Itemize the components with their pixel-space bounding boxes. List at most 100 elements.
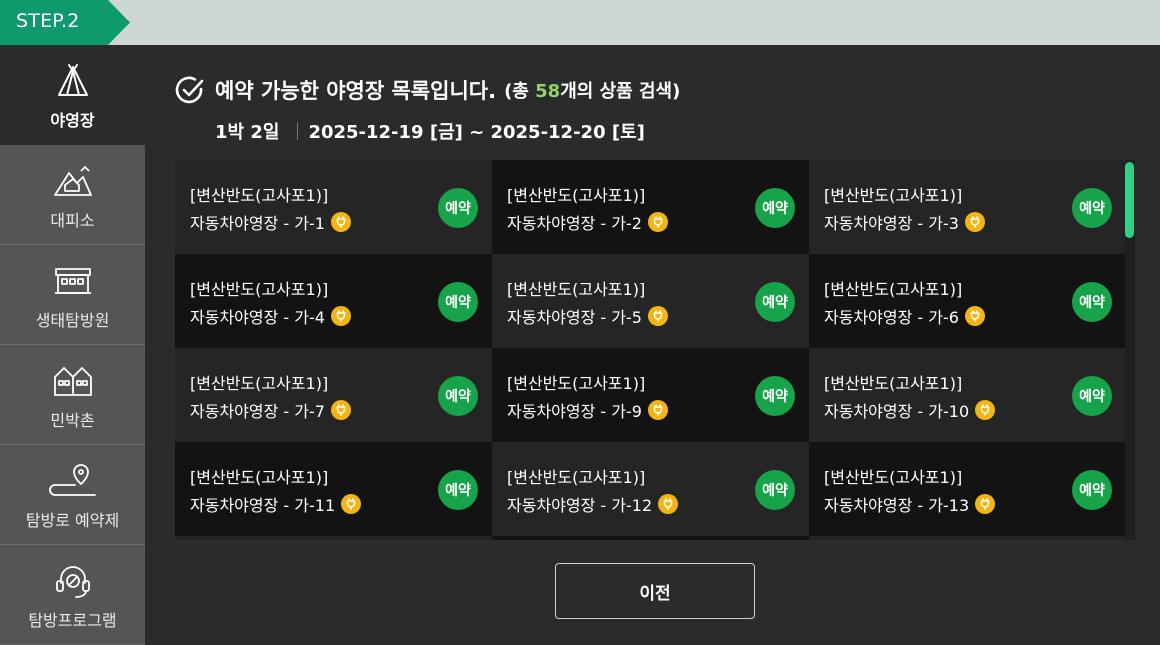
reserve-button[interactable]: 예약 <box>438 376 478 416</box>
houses-icon <box>0 361 145 401</box>
tent-icon <box>0 61 145 101</box>
sidebar: 야영장 대피소 생태탐방원 민박촌 탐방로 예약제 탐방프로그램 <box>0 45 145 645</box>
reserve-button[interactable]: 예약 <box>1072 470 1112 510</box>
electric-plug-icon <box>341 494 362 514</box>
stay-nights: 1박 2일 <box>215 122 280 143</box>
list-item[interactable]: [변산반도(고사포1)] 자동차야영장 - 가-3 예약 <box>809 160 1126 254</box>
campsite-list[interactable]: [변산반도(고사포1)] 자동차야영장 - 가-1 예약 [변산반도(고사포1)] 자동… <box>175 160 1135 540</box>
list-item[interactable]: [변산반도(고사포1)] 자동차야영장 - 가-1 예약 <box>175 160 492 254</box>
sidebar-item-eco-center[interactable]: 생태탐방원 <box>0 245 145 345</box>
site-name-row: 자동차야영장 - 가-1 <box>190 210 351 234</box>
site-name-row: 자동차야영장 - 가-10 <box>824 398 996 422</box>
list-item[interactable]: [변산반도(고사포1)] 자동차야영장 - 가-12 예약 <box>492 442 809 536</box>
list-item-partial <box>809 536 1126 540</box>
site-area: [변산반도(고사포1)] <box>824 374 963 393</box>
reserve-button[interactable]: 예약 <box>438 282 478 322</box>
site-area: [변산반도(고사포1)] <box>190 374 329 393</box>
trail-pin-icon <box>0 461 145 501</box>
site-name-row: 자동차야영장 - 가-13 <box>824 492 996 516</box>
site-area: [변산반도(고사포1)] <box>507 186 646 205</box>
site-name-row: 자동차야영장 - 가-12 <box>507 492 679 516</box>
site-name: 자동차야영장 - 가-5 <box>507 308 642 327</box>
sidebar-item-label: 생태탐방원 <box>35 311 110 330</box>
top-bar: STEP.2 <box>0 0 1160 45</box>
site-name: 자동차야영장 - 가-11 <box>190 496 336 515</box>
building-icon <box>0 261 145 301</box>
reserve-button[interactable]: 예약 <box>755 282 795 322</box>
site-name: 자동차야영장 - 가-1 <box>190 214 325 233</box>
list-heading: 예약 가능한 야영장 목록입니다. (총 58개의 상품 검색) <box>175 75 680 105</box>
reserve-button[interactable]: 예약 <box>755 470 795 510</box>
sidebar-item-shelter[interactable]: 대피소 <box>0 145 145 245</box>
reserve-button[interactable]: 예약 <box>755 376 795 416</box>
stay-date-range: 2025-12-19 [금] ~ 2025-12-20 [토] <box>308 122 645 143</box>
list-item[interactable]: [변산반도(고사포1)] 자동차야영장 - 가-13 예약 <box>809 442 1126 536</box>
site-area: [변산반도(고사포1)] <box>190 468 329 487</box>
reserve-button[interactable]: 예약 <box>438 470 478 510</box>
site-name-row: 자동차야영장 - 가-5 <box>507 304 668 328</box>
list-item[interactable]: [변산반도(고사포1)] 자동차야영장 - 가-9 예약 <box>492 348 809 442</box>
site-name: 자동차야영장 - 가-10 <box>824 402 970 421</box>
site-name: 자동차야영장 - 가-7 <box>190 402 325 421</box>
list-item[interactable]: [변산반도(고사포1)] 자동차야영장 - 가-7 예약 <box>175 348 492 442</box>
divider <box>297 122 299 140</box>
list-item-partial <box>175 536 492 540</box>
step-label: STEP.2 <box>16 10 80 32</box>
reserve-button[interactable]: 예약 <box>438 188 478 228</box>
reserve-button[interactable]: 예약 <box>1072 188 1112 228</box>
site-name: 자동차야영장 - 가-12 <box>507 496 653 515</box>
sidebar-item-trail-reservation[interactable]: 탐방로 예약제 <box>0 445 145 545</box>
sidebar-item-label: 민박촌 <box>50 411 95 430</box>
electric-plug-icon <box>964 212 985 232</box>
electric-plug-icon <box>975 494 996 514</box>
electric-plug-icon <box>330 212 351 232</box>
site-area: [변산반도(고사포1)] <box>190 186 329 205</box>
check-circle-icon <box>175 76 204 104</box>
electric-plug-icon <box>647 212 668 232</box>
list-item[interactable]: [변산반도(고사포1)] 자동차야영장 - 가-4 예약 <box>175 254 492 348</box>
electric-plug-icon <box>975 400 996 420</box>
site-name-row: 자동차야영장 - 가-2 <box>507 210 668 234</box>
site-name: 자동차야영장 - 가-13 <box>824 496 970 515</box>
reserve-button[interactable]: 예약 <box>1072 376 1112 416</box>
site-area: [변산반도(고사포1)] <box>507 468 646 487</box>
electric-plug-icon <box>647 306 668 326</box>
site-area: [변산반도(고사포1)] <box>824 186 963 205</box>
site-area: [변산반도(고사포1)] <box>190 280 329 299</box>
list-item[interactable]: [변산반도(고사포1)] 자동차야영장 - 가-2 예약 <box>492 160 809 254</box>
result-count-suffix: 개의 상품 검색) <box>560 81 681 102</box>
site-area: [변산반도(고사포1)] <box>507 280 646 299</box>
site-name-row: 자동차야영장 - 가-3 <box>824 210 985 234</box>
sidebar-item-guesthouse[interactable]: 민박촌 <box>0 345 145 445</box>
site-area: [변산반도(고사포1)] <box>824 468 963 487</box>
reserve-button[interactable]: 예약 <box>755 188 795 228</box>
list-item[interactable]: [변산반도(고사포1)] 자동차야영장 - 가-5 예약 <box>492 254 809 348</box>
shelter-icon <box>0 161 145 201</box>
step-badge: STEP.2 <box>0 0 130 45</box>
site-name: 자동차야영장 - 가-4 <box>190 308 325 327</box>
electric-plug-icon <box>658 494 679 514</box>
sidebar-item-program[interactable]: 탐방프로그램 <box>0 545 145 645</box>
site-name-row: 자동차야영장 - 가-7 <box>190 398 351 422</box>
scrollbar-thumb[interactable] <box>1125 162 1134 238</box>
list-item-partial <box>492 536 809 540</box>
site-name: 자동차야영장 - 가-3 <box>824 214 959 233</box>
guide-headset-icon <box>0 561 145 601</box>
site-name-row: 자동차야영장 - 가-9 <box>507 398 668 422</box>
prev-button[interactable]: 이전 <box>555 563 755 619</box>
page-title: 예약 가능한 야영장 목록입니다. <box>215 79 497 103</box>
sidebar-item-label: 대피소 <box>50 211 95 230</box>
main-panel: 예약 가능한 야영장 목록입니다. (총 58개의 상품 검색) 1박 2일 2… <box>145 45 1160 639</box>
site-name-row: 자동차야영장 - 가-4 <box>190 304 351 328</box>
electric-plug-icon <box>330 306 351 326</box>
site-name: 자동차야영장 - 가-2 <box>507 214 642 233</box>
sidebar-item-campsite[interactable]: 야영장 <box>0 45 145 145</box>
list-item[interactable]: [변산반도(고사포1)] 자동차야영장 - 가-10 예약 <box>809 348 1126 442</box>
electric-plug-icon <box>964 306 985 326</box>
reserve-button[interactable]: 예약 <box>1072 282 1112 322</box>
list-item[interactable]: [변산반도(고사포1)] 자동차야영장 - 가-11 예약 <box>175 442 492 536</box>
electric-plug-icon <box>647 400 668 420</box>
site-name: 자동차야영장 - 가-9 <box>507 402 642 421</box>
sidebar-item-label: 야영장 <box>50 111 95 130</box>
list-item[interactable]: [변산반도(고사포1)] 자동차야영장 - 가-6 예약 <box>809 254 1126 348</box>
